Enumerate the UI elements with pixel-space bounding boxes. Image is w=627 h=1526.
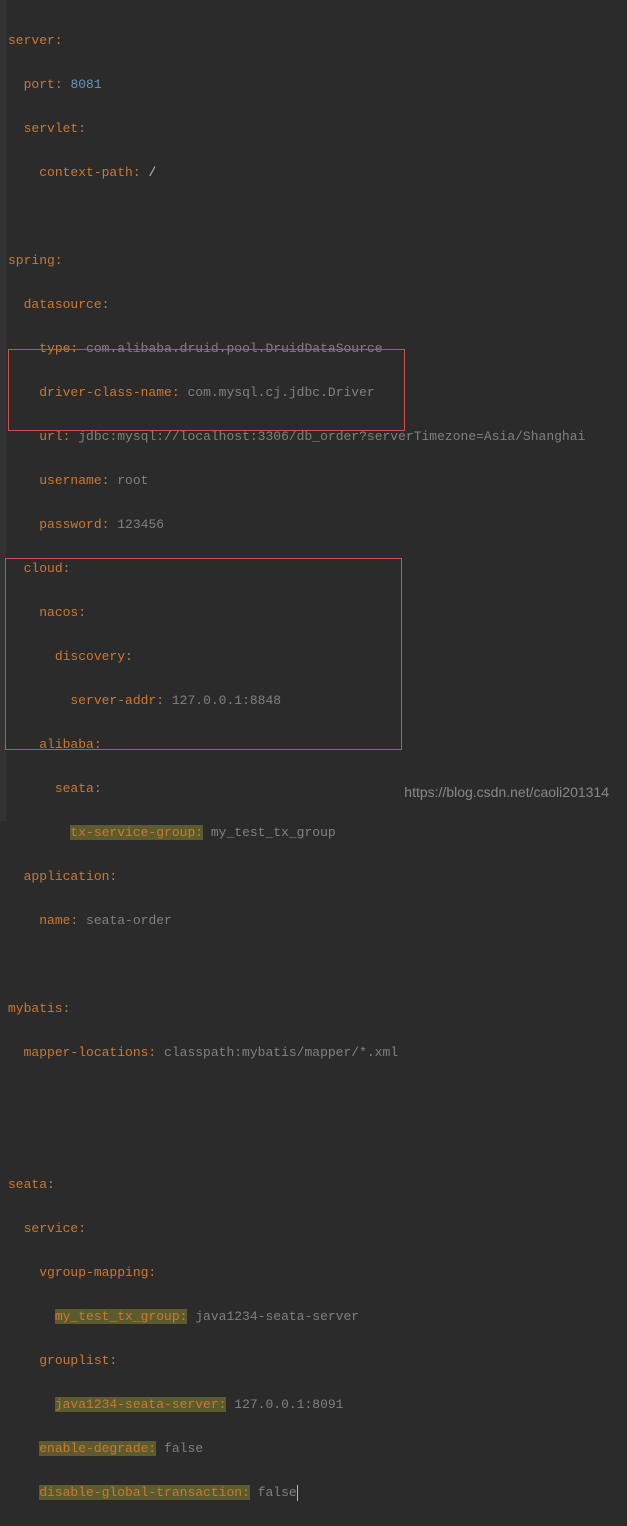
- yaml-key-highlighted: java1234-seata-server:: [55, 1397, 227, 1412]
- yaml-value: my_test_tx_group: [211, 825, 336, 840]
- code-line: nacos:: [8, 602, 627, 624]
- code-line: context-path: /: [8, 162, 627, 184]
- yaml-key: seata:: [8, 1177, 55, 1192]
- yaml-key-highlighted: enable-degrade:: [39, 1441, 156, 1456]
- yaml-value: 127.0.0.1:8091: [234, 1397, 343, 1412]
- yaml-key-highlighted: tx-service-group:: [70, 825, 203, 840]
- code-line: password: 123456: [8, 514, 627, 536]
- code-line: [8, 1130, 627, 1152]
- code-line: grouplist:: [8, 1350, 627, 1372]
- code-line: enable-degrade: false: [8, 1438, 627, 1460]
- code-line: spring:: [8, 250, 627, 272]
- code-line: tx-service-group: my_test_tx_group: [8, 822, 627, 844]
- watermark-text: https://blog.csdn.net/caoli201314: [404, 781, 609, 803]
- yaml-key: context-path:: [39, 165, 140, 180]
- yaml-key: nacos:: [39, 605, 86, 620]
- code-line: seata:: [8, 1174, 627, 1196]
- yaml-key: datasource:: [24, 297, 110, 312]
- code-line: mybatis:: [8, 998, 627, 1020]
- code-line: [8, 1086, 627, 1108]
- yaml-key-highlighted: my_test_tx_group:: [55, 1309, 188, 1324]
- yaml-key: grouplist:: [39, 1353, 117, 1368]
- yaml-key: password:: [39, 517, 109, 532]
- text-cursor: [297, 1485, 298, 1501]
- yaml-key: service:: [24, 1221, 86, 1236]
- yaml-key: servlet:: [24, 121, 86, 136]
- code-line: server:: [8, 30, 627, 52]
- code-line: cloud:: [8, 558, 627, 580]
- code-editor: server: port: 8081 servlet: context-path…: [0, 0, 627, 1526]
- yaml-value: false: [258, 1485, 297, 1500]
- code-line: disable-global-transaction: false: [8, 1482, 627, 1504]
- yaml-key: driver-class-name:: [39, 385, 179, 400]
- code-line: vgroup-mapping:: [8, 1262, 627, 1284]
- code-line: mapper-locations: classpath:mybatis/mapp…: [8, 1042, 627, 1064]
- yaml-key: url:: [39, 429, 70, 444]
- code-line: server-addr: 127.0.0.1:8848: [8, 690, 627, 712]
- code-line: discovery:: [8, 646, 627, 668]
- yaml-value: java1234-seata-server: [195, 1309, 359, 1324]
- yaml-key: application:: [24, 869, 118, 884]
- code-line: [8, 206, 627, 228]
- code-line: datasource:: [8, 294, 627, 316]
- yaml-key: spring:: [8, 253, 63, 268]
- yaml-key: username:: [39, 473, 109, 488]
- code-line: username: root: [8, 470, 627, 492]
- code-line: service:: [8, 1218, 627, 1240]
- yaml-key: alibaba:: [39, 737, 101, 752]
- yaml-key: seata:: [55, 781, 102, 796]
- yaml-value: 123456: [117, 517, 164, 532]
- yaml-key: vgroup-mapping:: [39, 1265, 156, 1280]
- code-line: type: com.alibaba.druid.pool.DruidDataSo…: [8, 338, 627, 360]
- yaml-value: false: [164, 1441, 203, 1456]
- code-line: application:: [8, 866, 627, 888]
- code-line: java1234-seata-server: 127.0.0.1:8091: [8, 1394, 627, 1416]
- yaml-key: name:: [39, 913, 78, 928]
- yaml-value: jdbc:mysql://localhost:3306/db_order?ser…: [78, 429, 585, 444]
- code-line: driver-class-name: com.mysql.cj.jdbc.Dri…: [8, 382, 627, 404]
- yaml-value: 127.0.0.1:8848: [172, 693, 281, 708]
- yaml-key: cloud:: [24, 561, 71, 576]
- yaml-key: server-addr:: [70, 693, 164, 708]
- code-line: port: 8081: [8, 74, 627, 96]
- editor-gutter: [0, 0, 6, 821]
- yaml-key-highlighted: disable-global-transaction:: [39, 1485, 250, 1500]
- yaml-value: classpath:mybatis/mapper/*.xml: [164, 1045, 398, 1060]
- yaml-key: port:: [24, 77, 63, 92]
- code-line: [8, 954, 627, 976]
- yaml-value: root: [117, 473, 148, 488]
- code-line: my_test_tx_group: java1234-seata-server: [8, 1306, 627, 1328]
- yaml-value: com.alibaba.druid.pool.DruidDataSource: [86, 341, 382, 356]
- yaml-value: 8081: [70, 77, 101, 92]
- code-line: alibaba:: [8, 734, 627, 756]
- yaml-value: /: [148, 165, 156, 180]
- yaml-key: server:: [8, 33, 63, 48]
- code-line: name: seata-order: [8, 910, 627, 932]
- yaml-key: discovery:: [55, 649, 133, 664]
- code-line: servlet:: [8, 118, 627, 140]
- yaml-value: seata-order: [86, 913, 172, 928]
- yaml-key: mybatis:: [8, 1001, 70, 1016]
- code-line: url: jdbc:mysql://localhost:3306/db_orde…: [8, 426, 627, 448]
- yaml-key: type:: [39, 341, 78, 356]
- yaml-value: com.mysql.cj.jdbc.Driver: [187, 385, 374, 400]
- yaml-key: mapper-locations:: [24, 1045, 157, 1060]
